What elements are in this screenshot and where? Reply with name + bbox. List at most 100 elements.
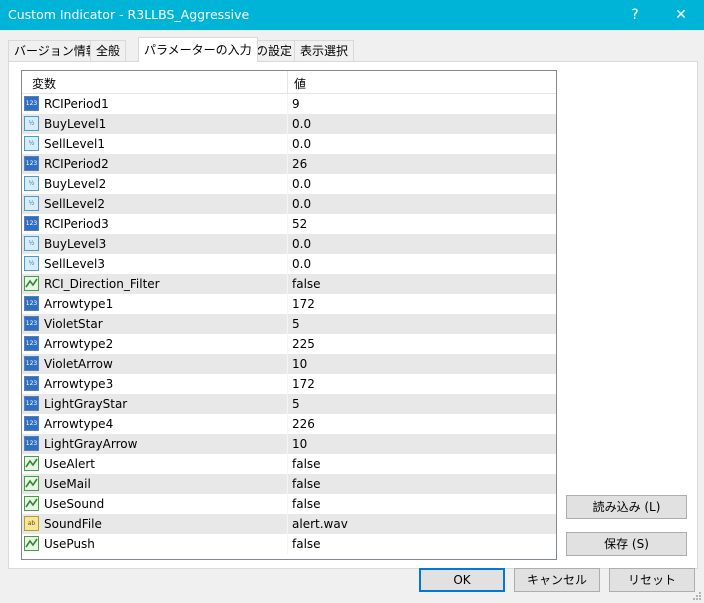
variable-value[interactable]: 172 <box>292 297 315 311</box>
column-header-variable[interactable]: 変数 <box>32 75 56 92</box>
variable-value[interactable]: 5 <box>292 317 300 331</box>
table-row[interactable]: 123 RCIPeriod2 26 <box>22 154 556 174</box>
table-row[interactable]: 123 RCIPeriod1 9 <box>22 94 556 114</box>
variable-name: LightGrayStar <box>44 397 128 411</box>
cell-divider <box>287 394 288 414</box>
variable-value[interactable]: false <box>292 477 321 491</box>
int-icon: 123 <box>24 316 39 331</box>
cell-divider <box>287 254 288 274</box>
table-row[interactable]: 123 VioletStar 5 <box>22 314 556 334</box>
variable-value[interactable]: 0.0 <box>292 117 311 131</box>
variable-name: Arrowtype3 <box>44 377 114 391</box>
variable-value[interactable]: 0.0 <box>292 257 311 271</box>
table-row[interactable]: ½ BuyLevel3 0.0 <box>22 234 556 254</box>
int-icon: 123 <box>24 396 39 411</box>
variable-name: RCI_Direction_Filter <box>44 277 160 291</box>
title-bar: Custom Indicator - R3LLBS_Aggressive ? ✕ <box>0 0 704 30</box>
int-icon: 123 <box>24 156 39 171</box>
variable-value[interactable]: 52 <box>292 217 307 231</box>
variable-value[interactable]: 0.0 <box>292 137 311 151</box>
table-row[interactable]: RCI_Direction_Filter false <box>22 274 556 294</box>
table-row[interactable]: UseAlert false <box>22 454 556 474</box>
table-row[interactable]: ½ SellLevel1 0.0 <box>22 134 556 154</box>
table-row[interactable]: ½ SellLevel3 0.0 <box>22 254 556 274</box>
save-button[interactable]: 保存 (S) <box>566 532 687 556</box>
cell-divider <box>287 514 288 534</box>
variable-value[interactable]: false <box>292 457 321 471</box>
tab-visualization[interactable]: 表示選択 <box>294 40 355 61</box>
variable-name: Arrowtype4 <box>44 417 114 431</box>
double-icon: ½ <box>24 176 39 191</box>
close-button[interactable]: ✕ <box>658 0 704 30</box>
column-header-value[interactable]: 値 <box>294 75 306 92</box>
int-icon: 123 <box>24 356 39 371</box>
help-button[interactable]: ? <box>612 0 658 30</box>
tab-general[interactable]: 全般 <box>90 40 127 61</box>
variable-value[interactable]: false <box>292 537 321 551</box>
variable-value[interactable]: 9 <box>292 97 300 111</box>
variable-value[interactable]: 0.0 <box>292 197 311 211</box>
cell-divider <box>287 334 288 354</box>
table-row[interactable]: ab SoundFile alert.wav <box>22 514 556 534</box>
variable-name: UseSound <box>44 497 105 511</box>
ok-button[interactable]: OK <box>419 568 505 592</box>
variable-value[interactable]: 225 <box>292 337 315 351</box>
double-icon: ½ <box>24 256 39 271</box>
int-icon: 123 <box>24 416 39 431</box>
bool-icon <box>24 476 39 491</box>
int-icon: 123 <box>24 336 39 351</box>
cell-divider <box>287 354 288 374</box>
table-row[interactable]: UseSound false <box>22 494 556 514</box>
variable-value[interactable]: 10 <box>292 357 307 371</box>
table-row[interactable]: 123 VioletArrow 10 <box>22 354 556 374</box>
table-row[interactable]: UseMail false <box>22 474 556 494</box>
variable-value[interactable]: false <box>292 497 321 511</box>
cell-divider <box>287 534 288 554</box>
table-row[interactable]: UsePush false <box>22 534 556 554</box>
parameters-grid[interactable]: 変数 値 123 RCIPeriod1 9 ½ BuyLevel1 0.0 ½ SellLev… <box>21 70 557 560</box>
bool-icon <box>24 496 39 511</box>
int-icon: 123 <box>24 296 39 311</box>
window-title: Custom Indicator - R3LLBS_Aggressive <box>8 7 250 22</box>
variable-value[interactable]: 5 <box>292 397 300 411</box>
variable-name: UsePush <box>44 537 95 551</box>
table-row[interactable]: ½ SellLevel2 0.0 <box>22 194 556 214</box>
column-divider[interactable] <box>287 71 288 93</box>
cell-divider <box>287 134 288 154</box>
table-row[interactable]: 123 LightGrayStar 5 <box>22 394 556 414</box>
table-row[interactable]: ½ BuyLevel2 0.0 <box>22 174 556 194</box>
load-button[interactable]: 読み込み (L) <box>566 495 687 519</box>
bool-icon <box>24 536 39 551</box>
variable-value[interactable]: false <box>292 277 321 291</box>
int-icon: 123 <box>24 436 39 451</box>
table-row[interactable]: 123 RCIPeriod3 52 <box>22 214 556 234</box>
resize-grip-icon[interactable] <box>692 591 702 601</box>
cell-divider <box>287 214 288 234</box>
table-row[interactable]: 123 Arrowtype2 225 <box>22 334 556 354</box>
table-row[interactable]: 123 Arrowtype1 172 <box>22 294 556 314</box>
table-row[interactable]: 123 Arrowtype4 226 <box>22 414 556 434</box>
table-row[interactable]: 123 LightGrayArrow 10 <box>22 434 556 454</box>
table-row[interactable]: ½ BuyLevel1 0.0 <box>22 114 556 134</box>
cell-divider <box>287 494 288 514</box>
table-row[interactable]: 123 Arrowtype3 172 <box>22 374 556 394</box>
variable-value[interactable]: 10 <box>292 437 307 451</box>
variable-value[interactable]: 172 <box>292 377 315 391</box>
variable-value[interactable]: 26 <box>292 157 307 171</box>
variable-name: SoundFile <box>44 517 102 531</box>
variable-name: BuyLevel3 <box>44 237 107 251</box>
cell-divider <box>287 414 288 434</box>
reset-button[interactable]: リセット <box>609 568 695 592</box>
int-icon: 123 <box>24 376 39 391</box>
variable-name: SellLevel1 <box>44 137 105 151</box>
tab-parameters[interactable]: パラメーターの入力 <box>138 37 258 62</box>
variable-name: BuyLevel1 <box>44 117 107 131</box>
variable-value[interactable]: 226 <box>292 417 315 431</box>
cancel-button[interactable]: キャンセル <box>514 568 600 592</box>
variable-value[interactable]: 0.0 <box>292 237 311 251</box>
cell-divider <box>287 434 288 454</box>
variable-value[interactable]: alert.wav <box>292 517 348 531</box>
variable-value[interactable]: 0.0 <box>292 177 311 191</box>
variable-name: RCIPeriod2 <box>44 157 109 171</box>
variable-name: Arrowtype2 <box>44 337 114 351</box>
